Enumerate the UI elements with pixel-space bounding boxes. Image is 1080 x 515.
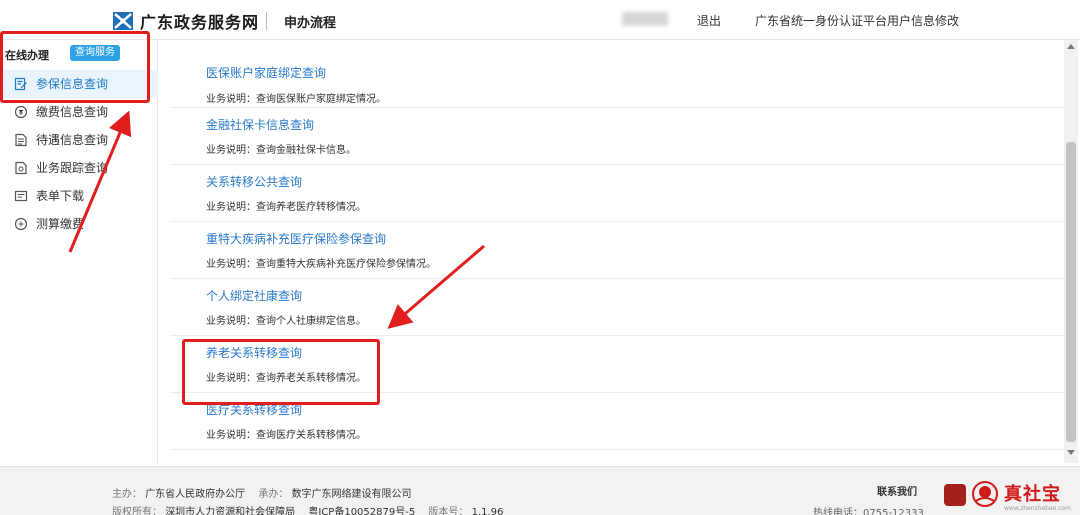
copyright-label: 版权所有： (112, 507, 162, 515)
sidebar: 在线办理 查询服务 参保信息查询 缴费信息查询 待遇信息查询 业务跟踪查询 表单… (0, 40, 158, 463)
logout-link[interactable]: 退出 (697, 12, 721, 29)
footer-line-copyright: 版权所有： 深圳市人力资源和社会保障局 粤ICP备10052879号-5 版本号… (112, 503, 513, 515)
service-desc: 业务说明：查询医疗关系转移情况。 (206, 430, 366, 441)
undertake-label: 承办： (258, 489, 289, 500)
hotline-text: 热线电话：0755-12333 (813, 508, 924, 515)
form-icon (14, 190, 28, 202)
annotation-box-pension-transfer (182, 339, 380, 405)
service-link[interactable]: 关系转移公共查询 (206, 173, 302, 190)
user-name-blurred (622, 12, 668, 26)
version-value: 1.1.96 (471, 507, 504, 515)
track-icon (15, 161, 27, 175)
service-link[interactable]: 金融社保卡信息查询 (206, 116, 314, 133)
service-row-financial-card: 金融社保卡信息查询 业务说明：查询金融社保卡信息。 (170, 108, 1064, 165)
service-desc: 业务说明：查询医保账户家庭绑定情况。 (206, 94, 386, 105)
version-label: 版本号： (428, 507, 469, 515)
service-link[interactable]: 重特大疾病补充医疗保险参保查询 (206, 230, 386, 247)
service-row-community-health: 个人绑定社康查询 业务说明：查询个人社康绑定信息。 (170, 279, 1064, 336)
service-desc: 业务说明：查询个人社康绑定信息。 (206, 316, 366, 327)
gov-badge-icon (944, 484, 966, 506)
footer-line-host: 主办： 广东省人民政府办公厅 承办： 数字广东网络建设有限公司 (112, 485, 422, 500)
annotation-box-sidebar (0, 31, 150, 103)
sidebar-item-form-download[interactable]: 表单下载 (0, 182, 158, 210)
service-row-critical-illness: 重特大疾病补充医疗保险参保查询 业务说明：查询重特大疾病补充医疗保险参保情况。 (170, 222, 1064, 279)
service-row-transfer-public: 关系转移公共查询 业务说明：查询养老医疗转移情况。 (170, 165, 1064, 222)
footer: 主办： 广东省人民政府办公厅 承办： 数字广东网络建设有限公司 版权所有： 深圳… (0, 466, 1080, 515)
undertake-value: 数字广东网络建设有限公司 (291, 489, 412, 500)
site-logo-icon (113, 12, 133, 30)
service-row-family-binding: 医保账户家庭绑定查询 业务说明：查询医保账户家庭绑定情况。 (170, 62, 1064, 108)
service-link[interactable]: 个人绑定社康查询 (206, 287, 302, 304)
service-link[interactable]: 医保账户家庭绑定查询 (206, 64, 326, 81)
sidebar-item-business-tracking[interactable]: 业务跟踪查询 (0, 154, 158, 182)
top-header: 广东政务服务网 申办流程 退出 广东省统一身份认证平台用户信息修改 (0, 0, 1080, 40)
service-desc: 业务说明：查询养老医疗转移情况。 (206, 202, 366, 213)
page-title: 申办流程 (284, 16, 337, 31)
sidebar-item-label: 表单下载 (36, 189, 85, 203)
service-desc: 业务说明：查询重特大疾病补充医疗保险参保情况。 (206, 259, 436, 270)
sidebar-item-label: 待遇信息查询 (36, 133, 109, 147)
sidebar-item-calc-payment[interactable]: 测算缴费 (0, 210, 158, 238)
scroll-down-arrow-icon[interactable] (1067, 450, 1075, 455)
host-value: 广东省人民政府办公厅 (145, 489, 246, 500)
icp-number[interactable]: 粤ICP备10052879号-5 (308, 507, 415, 515)
service-desc: 业务说明：查询金融社保卡信息。 (206, 145, 356, 156)
profile-edit-link[interactable]: 广东省统一身份认证平台用户信息修改 (755, 12, 959, 29)
main-scrollbar[interactable] (1064, 40, 1078, 463)
brand-url: www.zhenshebao.com (1004, 505, 1071, 512)
host-label: 主办： (112, 489, 142, 500)
site-title[interactable]: 广东政务服务网 (140, 9, 259, 33)
sidebar-item-label: 业务跟踪查询 (36, 161, 109, 175)
contact-us-link[interactable]: 联系我们 (877, 483, 917, 498)
brand-logo-icon (972, 481, 998, 507)
coin-icon (14, 105, 28, 119)
document-icon (15, 133, 27, 147)
calculator-icon (14, 217, 28, 231)
brand-name: 真社宝 (1004, 484, 1061, 505)
sidebar-item-label: 缴费信息查询 (36, 105, 109, 119)
scroll-thumb[interactable] (1066, 142, 1076, 442)
sidebar-item-benefit-info[interactable]: 待遇信息查询 (0, 126, 158, 154)
header-divider (266, 12, 267, 30)
sidebar-item-label: 测算缴费 (36, 217, 85, 231)
copyright-value: 深圳市人力资源和社会保障局 (165, 507, 296, 515)
scroll-up-arrow-icon[interactable] (1067, 44, 1075, 49)
